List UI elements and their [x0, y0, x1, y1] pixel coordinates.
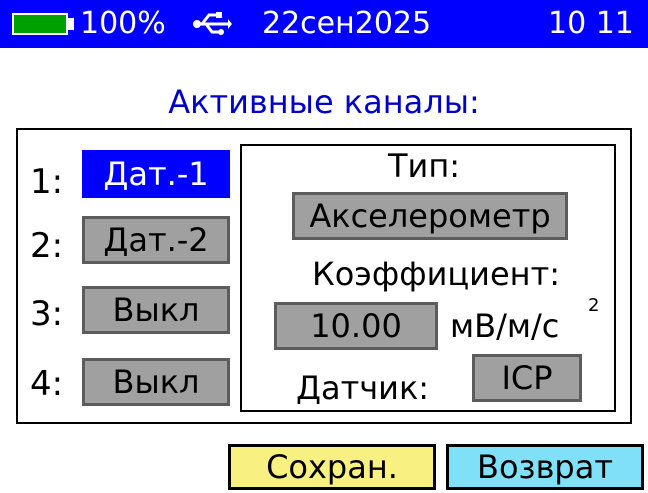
channel-1-button[interactable]: Дат.-1 — [82, 150, 230, 198]
channel-3-button[interactable]: Выкл — [82, 286, 230, 334]
channel-4-button[interactable]: Выкл — [82, 358, 230, 406]
coefficient-field[interactable]: 10.00 — [274, 302, 438, 350]
battery-percent: 100% — [80, 6, 166, 41]
sensor-field[interactable]: ICP — [472, 354, 582, 402]
sensor-label: Датчик: — [296, 369, 430, 407]
status-time: 10 11 — [548, 6, 634, 41]
coefficient-unit: мВ/м/с — [450, 307, 560, 345]
coefficient-label: Коэффициент: — [312, 255, 560, 293]
battery-tip — [68, 18, 74, 30]
channel-2-button[interactable]: Дат.-2 — [82, 216, 230, 264]
type-field[interactable]: Акселерометр — [292, 192, 568, 240]
status-bar: 100% 22сен2025 10 11 — [0, 0, 648, 48]
status-date: 22сен2025 — [262, 6, 432, 41]
channel-4-label: 4: — [30, 364, 64, 404]
page-title: Активные каналы: — [168, 83, 480, 121]
battery-icon — [12, 13, 68, 35]
type-label: Тип: — [388, 147, 461, 185]
channel-2-label: 2: — [30, 226, 64, 266]
device-screen: 100% 22сен2025 10 11 Активные каналы: 1:… — [0, 0, 648, 493]
save-button[interactable]: Сохран. — [228, 444, 436, 490]
usb-icon — [193, 12, 232, 35]
back-button[interactable]: Возврат — [446, 444, 644, 490]
channel-3-label: 3: — [30, 294, 64, 334]
coefficient-unit-power: 2 — [588, 295, 600, 316]
channel-1-label: 1: — [30, 162, 64, 202]
